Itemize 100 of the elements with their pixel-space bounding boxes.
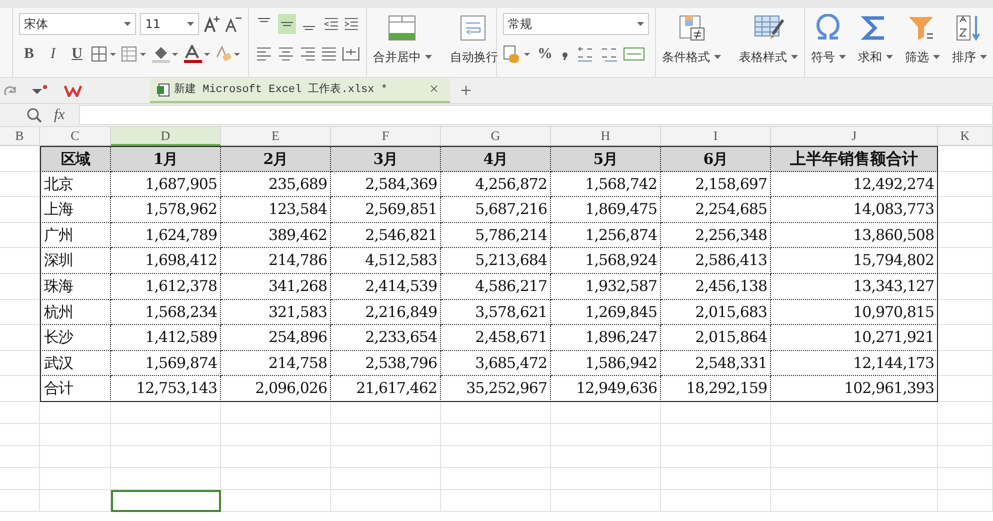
empty-cell[interactable] xyxy=(771,446,938,468)
empty-cell[interactable] xyxy=(111,446,221,468)
currency-icon[interactable] xyxy=(503,45,531,63)
column-header[interactable]: F xyxy=(331,127,441,146)
column-header[interactable]: G xyxy=(441,127,551,146)
shrink-font-icon[interactable] xyxy=(224,15,242,33)
font-size-dropdown[interactable]: 11 xyxy=(140,13,199,35)
empty-cell[interactable] xyxy=(40,468,111,490)
empty-cell[interactable] xyxy=(661,468,771,490)
zoom-icon[interactable] xyxy=(26,107,42,123)
empty-cell[interactable] xyxy=(938,300,993,326)
filter-button[interactable]: 筛选 xyxy=(899,12,946,73)
empty-cell[interactable] xyxy=(938,490,993,512)
empty-cell[interactable] xyxy=(938,172,993,198)
empty-cell[interactable] xyxy=(0,490,40,512)
empty-cell[interactable] xyxy=(221,402,331,424)
fill-color-icon[interactable] xyxy=(151,45,179,63)
empty-cell[interactable] xyxy=(551,490,661,512)
empty-cell[interactable] xyxy=(331,446,441,468)
function-label[interactable]: fx xyxy=(54,104,65,126)
empty-cell[interactable] xyxy=(771,468,938,490)
distribute-icon[interactable] xyxy=(342,45,360,63)
wrap-button[interactable]: 自动换行 xyxy=(444,12,504,73)
column-header[interactable]: H xyxy=(551,127,661,146)
empty-cell[interactable] xyxy=(0,402,40,424)
document-tab[interactable]: 新建 Microsoft Excel 工作表.xlsx * × xyxy=(150,79,450,103)
conditional-button[interactable]: 条件格式 xyxy=(656,12,727,73)
redo-icon[interactable] xyxy=(4,85,16,97)
empty-cell[interactable] xyxy=(938,468,993,490)
empty-cell[interactable] xyxy=(0,325,40,351)
empty-cell[interactable] xyxy=(0,376,40,402)
font-color-icon[interactable] xyxy=(183,45,211,63)
justify-icon[interactable] xyxy=(320,45,338,63)
empty-cell[interactable] xyxy=(441,424,551,446)
column-header[interactable]: J xyxy=(771,127,938,146)
merge-button[interactable]: 合并居中 xyxy=(367,12,438,73)
empty-cell[interactable] xyxy=(441,490,551,512)
empty-cell[interactable] xyxy=(0,172,40,198)
column-header[interactable]: K xyxy=(938,127,993,146)
align-left-icon[interactable] xyxy=(255,45,273,63)
align-center-icon[interactable] xyxy=(276,45,295,63)
empty-cell[interactable] xyxy=(938,325,993,351)
empty-cell[interactable] xyxy=(661,490,771,512)
underline-button[interactable]: U xyxy=(67,44,87,64)
empty-cell[interactable] xyxy=(331,424,441,446)
empty-cell[interactable] xyxy=(661,446,771,468)
column-header[interactable]: D xyxy=(111,127,221,146)
symbol-button[interactable]: 符号 xyxy=(805,12,852,73)
empty-cell[interactable] xyxy=(661,402,771,424)
empty-cell[interactable] xyxy=(0,248,40,274)
empty-cell[interactable] xyxy=(938,197,993,223)
empty-cell[interactable] xyxy=(0,446,40,468)
empty-cell[interactable] xyxy=(771,402,938,424)
number-format-dropdown[interactable]: 常规 xyxy=(503,13,649,35)
empty-cell[interactable] xyxy=(0,274,40,300)
tablestyle-button[interactable]: 表格样式 xyxy=(733,12,804,73)
close-tab-button[interactable]: × xyxy=(424,80,444,100)
empty-cell[interactable] xyxy=(938,350,993,376)
number-format-icon[interactable] xyxy=(623,46,645,62)
empty-cell[interactable] xyxy=(551,424,661,446)
empty-cell[interactable] xyxy=(938,402,993,424)
empty-cell[interactable] xyxy=(40,490,111,512)
formula-input-field[interactable] xyxy=(78,105,993,125)
align-right-icon[interactable] xyxy=(298,45,316,63)
cell-style-icon[interactable] xyxy=(121,46,147,62)
empty-cell[interactable] xyxy=(221,446,331,468)
empty-cell[interactable] xyxy=(0,424,40,446)
selected-cell[interactable] xyxy=(111,490,221,512)
empty-cell[interactable] xyxy=(771,490,938,512)
dropdown-notification-icon[interactable] xyxy=(32,85,48,97)
empty-cell[interactable] xyxy=(551,402,661,424)
italic-button[interactable]: I xyxy=(43,44,63,64)
empty-cell[interactable] xyxy=(221,424,331,446)
empty-cell[interactable] xyxy=(221,468,331,490)
empty-cell[interactable] xyxy=(551,446,661,468)
empty-cell[interactable] xyxy=(0,350,40,376)
empty-cell[interactable] xyxy=(938,222,993,248)
empty-cell[interactable] xyxy=(40,424,111,446)
empty-cell[interactable] xyxy=(331,468,441,490)
column-header[interactable]: C xyxy=(40,127,111,146)
empty-cell[interactable] xyxy=(938,248,993,274)
empty-cell[interactable] xyxy=(0,300,40,326)
decrease-indent-icon[interactable] xyxy=(322,16,340,32)
empty-cell[interactable] xyxy=(938,424,993,446)
empty-cell[interactable] xyxy=(771,424,938,446)
empty-cell[interactable] xyxy=(0,222,40,248)
align-middle-button[interactable] xyxy=(278,14,296,34)
empty-cell[interactable] xyxy=(221,490,331,512)
column-header[interactable]: B xyxy=(0,127,40,146)
empty-cell[interactable] xyxy=(40,402,111,424)
empty-cell[interactable] xyxy=(938,376,993,402)
column-header[interactable]: I xyxy=(661,127,771,146)
sort-button[interactable]: 排序 xyxy=(946,12,993,73)
font-name-dropdown[interactable]: 宋体 xyxy=(19,13,136,35)
empty-cell[interactable] xyxy=(111,424,221,446)
empty-cell[interactable] xyxy=(331,490,441,512)
empty-cell[interactable] xyxy=(441,402,551,424)
empty-cell[interactable] xyxy=(938,446,993,468)
empty-cell[interactable] xyxy=(441,468,551,490)
empty-cell[interactable] xyxy=(111,468,221,490)
